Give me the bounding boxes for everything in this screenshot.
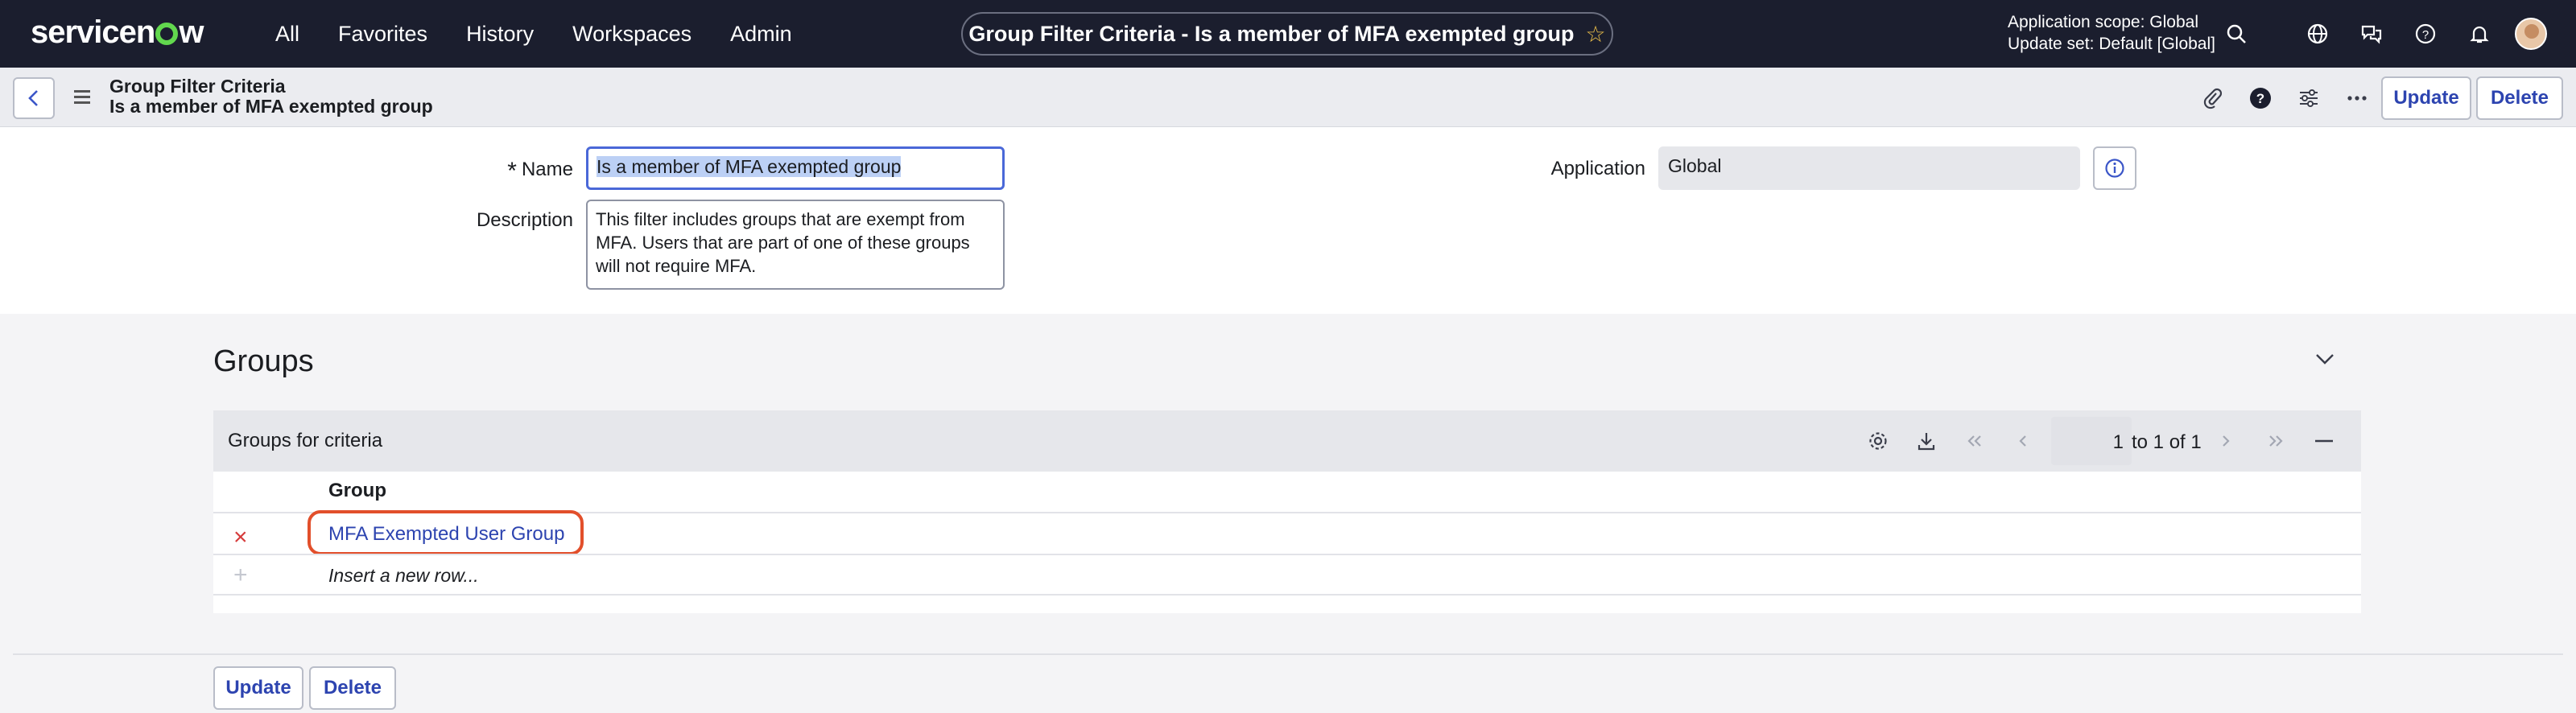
help-icon[interactable]: ?: [2411, 19, 2440, 48]
highlight-annotation: [308, 510, 584, 555]
column-header-group[interactable]: Group: [328, 480, 386, 502]
search-icon[interactable]: [2222, 19, 2251, 48]
application-scope: Application scope: Global: [2008, 13, 2198, 31]
menu-icon[interactable]: [74, 90, 90, 107]
info-icon: [2105, 159, 2124, 178]
update-set: Update set: Default [Global]: [2008, 35, 2215, 53]
top-navigation-bar: servicen w All Favorites History Workspac…: [0, 0, 2576, 68]
add-row-icon[interactable]: +: [233, 562, 248, 589]
description-field[interactable]: This filter includes groups that are exe…: [586, 200, 1005, 290]
top-icons: ?: [2222, 0, 2519, 68]
header-icons: ?: [2198, 84, 2391, 113]
record-title: Group Filter Criteria Is a member of MFA…: [109, 76, 433, 117]
name-field-value: Is a member of MFA exempted group: [597, 156, 902, 177]
gear-icon[interactable]: [1866, 429, 1890, 453]
previous-page-icon[interactable]: [2011, 429, 2035, 453]
svg-text:?: ?: [2256, 91, 2264, 106]
first-page-icon[interactable]: [1963, 429, 1987, 453]
main-menu: All Favorites History Workspaces Admin: [275, 0, 831, 68]
application-label: Application: [1550, 158, 1645, 179]
last-page-icon[interactable]: [2264, 429, 2288, 453]
groups-section-title: Groups: [213, 344, 314, 378]
nav-history[interactable]: History: [466, 22, 534, 47]
record-name: Is a member of MFA exempted group: [109, 96, 433, 117]
footer-update-button[interactable]: Update: [213, 666, 303, 710]
user-avatar[interactable]: [2515, 18, 2547, 50]
related-list-title: Groups for criteria: [228, 430, 383, 451]
servicenow-logo[interactable]: servicen w: [31, 14, 204, 51]
header-delete-button[interactable]: Delete: [2476, 76, 2563, 120]
help-circle-icon[interactable]: ?: [2246, 84, 2275, 113]
footer-divider: [13, 653, 2563, 655]
bell-icon[interactable]: [2465, 19, 2494, 48]
footer-delete-button[interactable]: Delete: [309, 666, 396, 710]
globe-icon[interactable]: [2303, 19, 2332, 48]
record-form: [0, 127, 2576, 314]
nav-admin[interactable]: Admin: [730, 22, 792, 47]
more-options-icon[interactable]: [2343, 84, 2372, 113]
required-asterisk-icon: *: [507, 158, 517, 184]
list-tools: [1866, 410, 2059, 472]
page-range: to 1 of 1: [2132, 431, 2202, 453]
application-field[interactable]: Global: [1658, 146, 2080, 190]
record-type: Group Filter Criteria: [109, 76, 286, 97]
insert-new-row[interactable]: Insert a new row...: [328, 565, 479, 587]
page-number-input[interactable]: 1: [2051, 417, 2132, 465]
row-divider: [213, 554, 2361, 555]
context-title-pill[interactable]: Group Filter Criteria - Is a member of M…: [961, 12, 1613, 56]
name-label: * Name: [507, 158, 573, 184]
paperclip-icon[interactable]: [2198, 84, 2227, 113]
nav-workspaces[interactable]: Workspaces: [572, 22, 691, 47]
chat-icon[interactable]: [2357, 19, 2386, 48]
delete-row-icon[interactable]: ×: [233, 524, 248, 551]
nav-all[interactable]: All: [275, 22, 299, 47]
settings-sliders-icon[interactable]: [2294, 84, 2323, 113]
svg-text:?: ?: [2422, 28, 2429, 42]
name-field[interactable]: Is a member of MFA exempted group: [586, 146, 1005, 190]
chevron-left-icon: [28, 90, 38, 106]
back-button[interactable]: [13, 77, 55, 119]
context-title: Group Filter Criteria - Is a member of M…: [968, 21, 1575, 46]
row-divider: [213, 594, 2361, 596]
scope-info[interactable]: Application scope: Global Update set: De…: [2008, 11, 2215, 55]
header-update-button[interactable]: Update: [2381, 76, 2471, 120]
export-icon[interactable]: [1914, 429, 1938, 453]
chevron-down-icon[interactable]: [2312, 346, 2338, 372]
star-icon[interactable]: ☆: [1586, 21, 1606, 47]
description-label: Description: [476, 209, 573, 231]
next-page-icon[interactable]: [2214, 429, 2238, 453]
nav-favorites[interactable]: Favorites: [338, 22, 427, 47]
collapse-list-icon[interactable]: [2312, 429, 2336, 453]
application-info-button[interactable]: [2093, 146, 2136, 190]
